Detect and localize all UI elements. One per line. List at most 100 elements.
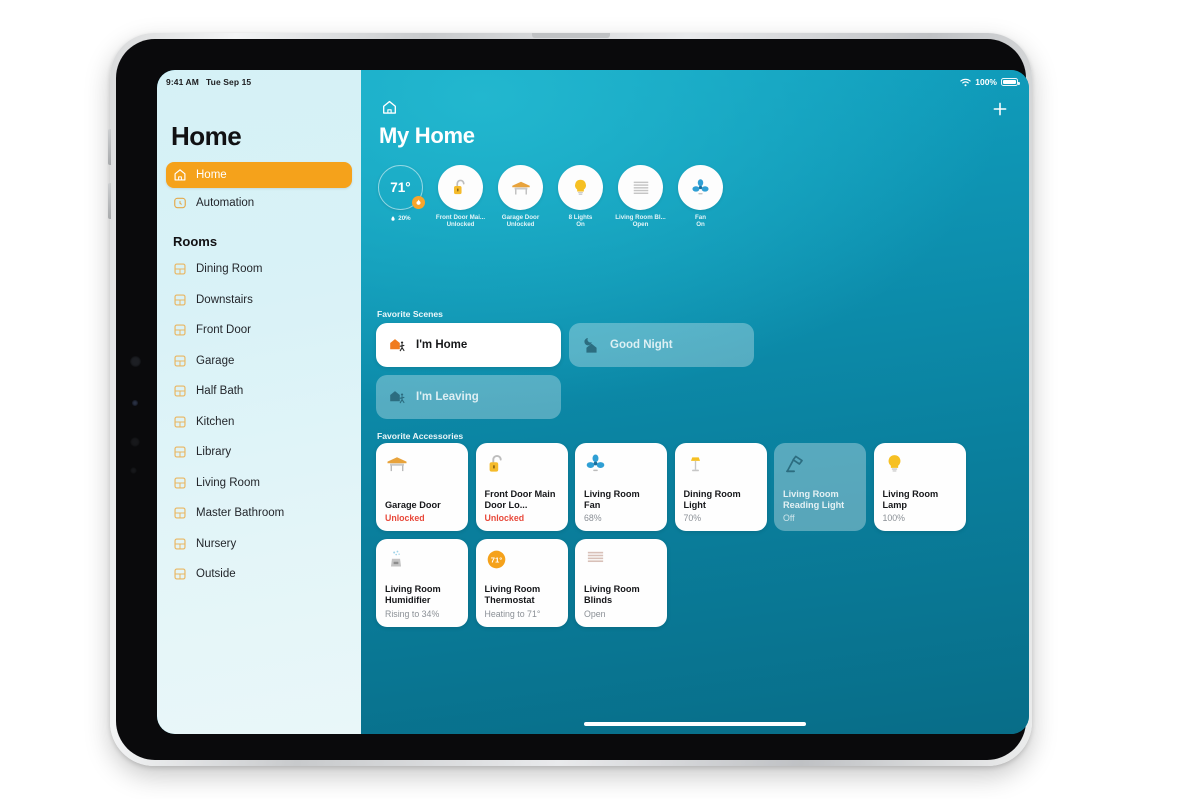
battery-full-icon [1001, 78, 1020, 86]
status-bar-right: 100% [960, 77, 1020, 87]
ipad-device-frame: 9:41 AM Tue Sep 15 Home Home Automation … [108, 33, 1032, 766]
house-leave-icon [390, 391, 405, 404]
svg-text:71°: 71° [490, 555, 502, 564]
status-circle-bubble [678, 165, 723, 210]
fan-icon [584, 452, 658, 478]
sidebar-item-library[interactable]: Library [166, 438, 352, 467]
accessory-state: Open [584, 608, 606, 619]
sidebar-item-living-room[interactable]: Living Room [166, 469, 352, 498]
room-icon [174, 324, 186, 336]
favorite-scenes-header: Favorite Scenes [377, 309, 443, 319]
room-icon [174, 446, 186, 458]
status-circle-garage-door[interactable]: Garage Door Unlocked [495, 165, 546, 228]
volume-up-button[interactable] [108, 129, 111, 165]
status-circle-line1: Fan [694, 214, 706, 221]
main-content: 100% My Home 71° 20% Front Door Mai... U… [361, 70, 1029, 734]
house-icon [174, 169, 186, 181]
sidebar-item-kitchen[interactable]: Kitchen [166, 408, 352, 437]
accessory-name: Living Room Humidifier [385, 584, 441, 606]
sidebar-item-automation[interactable]: Automation [166, 190, 352, 216]
sidebar-item-label: Front Door [196, 324, 251, 337]
unlocked-padlock-icon [485, 452, 559, 478]
ipad-screen: 9:41 AM Tue Sep 15 Home Home Automation … [157, 70, 1029, 734]
accessory-name: Living Room Fan [584, 488, 640, 510]
sidebar-item-label: Downstairs [196, 293, 253, 306]
status-circle-line2: Open [632, 221, 649, 229]
accessory-name: Living Room Reading Light [783, 488, 845, 510]
status-circle-line1: Garage Door [501, 214, 540, 221]
room-icon [174, 263, 186, 275]
accessory-name: Living Room Thermostat [484, 584, 541, 606]
sidebar-item-home[interactable]: Home [166, 162, 352, 188]
status-circle-label: Living Room Bl... Open [613, 214, 669, 228]
sidebar-nav-list: Home Automation [157, 162, 361, 216]
accessory-tile-living-room-humidifier[interactable]: Living Room Humidifier Rising to 34% [376, 538, 468, 627]
favorite-accessories-header: Favorite Accessories [377, 431, 464, 441]
device-bezel: 9:41 AM Tue Sep 15 Home Home Automation … [116, 39, 1029, 760]
accessory-tile-garage-door[interactable]: Garage Door Unlocked [376, 443, 468, 531]
sidebar-item-garage[interactable]: Garage [166, 347, 352, 376]
humidifier-icon [385, 548, 459, 574]
status-date: Tue Sep 15 [205, 77, 252, 87]
status-circle-bubble [558, 165, 603, 210]
accessory-name: Dining Room Light [683, 488, 741, 510]
sidebar-item-label: Half Bath [196, 385, 244, 398]
humidity-value: 20% [398, 215, 411, 222]
sidebar-item-master-bathroom[interactable]: Master Bathroom [166, 499, 352, 528]
status-circle-lights[interactable]: 8 Lights On [555, 165, 606, 228]
accessory-tile-living-room-reading-light[interactable]: Living Room Reading Light Off [774, 443, 866, 531]
scene-label: I'm Leaving [416, 391, 479, 403]
scene-good-night[interactable]: Good Night [569, 323, 754, 367]
device-antenna-band [532, 33, 610, 38]
home-indicator[interactable] [584, 722, 806, 726]
sidebar-item-nursery[interactable]: Nursery [166, 530, 352, 559]
accessory-tile-dining-room-light[interactable]: Dining Room Light 70% [674, 443, 767, 531]
blinds-icon [633, 181, 648, 194]
status-circle-label: 8 Lights On [553, 214, 609, 228]
sidebar-item-downstairs[interactable]: Downstairs [166, 286, 352, 315]
sidebar-item-half-bath[interactable]: Half Bath [166, 377, 352, 406]
room-icon [174, 416, 186, 428]
accessory-tile-front-door-lock[interactable]: Front Door Main Door Lo... Unlocked [475, 443, 568, 531]
accessory-tile-living-room-blinds[interactable]: Living Room Blinds Open [575, 538, 667, 627]
sidebar-item-front-door[interactable]: Front Door [166, 316, 352, 345]
status-circle-temperature[interactable]: 71° 20% [375, 165, 426, 228]
status-circle-line2: On [696, 221, 705, 229]
lightbulb-icon [883, 452, 957, 478]
face-id-camera-icon [130, 437, 140, 447]
scene-im-leaving[interactable]: I'm Leaving [376, 375, 561, 419]
status-circle-label: Garage Door Unlocked [493, 214, 549, 228]
status-circle-line2: Unlocked [446, 221, 475, 229]
scene-im-home[interactable]: I'm Home [376, 323, 561, 367]
automation-clock-icon [174, 197, 186, 209]
add-accessory-button[interactable] [991, 100, 1009, 118]
volume-down-button[interactable] [108, 183, 111, 219]
room-icon [174, 538, 186, 550]
accessory-state: 68% [584, 513, 602, 523]
accessory-tile-living-room-lamp[interactable]: Living Room Lamp 100% [873, 443, 966, 531]
unlocked-padlock-icon [454, 179, 465, 195]
ambient-sensor-icon [132, 400, 138, 406]
accessory-tile-living-room-thermostat[interactable]: 71° Living Room Thermostat Heating to 71… [475, 538, 568, 627]
thermostat-icon: 71° [485, 548, 559, 574]
humidity-readout: 20% [390, 215, 411, 222]
wifi-icon [960, 78, 971, 86]
temperature-value: 71° [390, 180, 411, 195]
house-outline-icon[interactable] [381, 99, 398, 116]
status-circle-blinds[interactable]: Living Room Bl... Open [615, 165, 666, 228]
infrared-sensor-icon [130, 467, 137, 474]
accessory-name: Garage Door [385, 499, 441, 510]
status-circle-front-door-lock[interactable]: Front Door Mai... Unlocked [435, 165, 486, 228]
sidebar-item-outside[interactable]: Outside [166, 560, 352, 589]
status-circle-bubble [618, 165, 663, 210]
favorite-accessories-grid: Garage Door Unlocked Front Door Main Doo… [376, 443, 1029, 627]
sidebar-item-dining-room[interactable]: Dining Room [166, 255, 352, 284]
accessory-tile-living-room-fan[interactable]: Living Room Fan 68% [575, 443, 667, 531]
sidebar-item-label: Living Room [196, 476, 260, 489]
sidebar-item-label: Dining Room [196, 263, 263, 276]
favorite-scenes-list: I'm Home Good Night I'm Leaving [376, 323, 756, 419]
accessory-state: Off [783, 513, 795, 523]
page-title: My Home [379, 123, 475, 148]
status-circle-fan[interactable]: Fan On [675, 165, 726, 228]
room-icon [174, 355, 186, 367]
